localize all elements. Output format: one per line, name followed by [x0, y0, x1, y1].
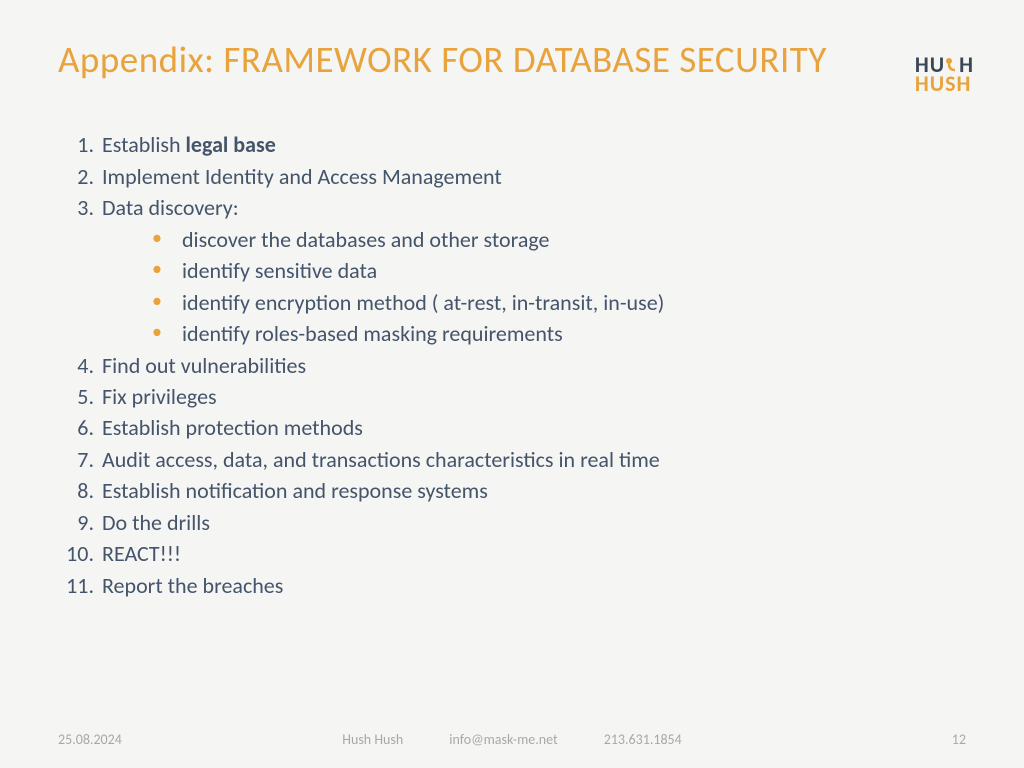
list-item: Audit access, data, and transactions cha… [58, 444, 966, 475]
ordered-list: Establish legal base Implement Identity … [58, 129, 966, 601]
logo-line-2: HUSH [915, 75, 974, 94]
list-item: Establish protection methods [58, 412, 966, 443]
footer-date: 25.08.2024 [58, 731, 122, 748]
logo-dot-icon [945, 56, 959, 75]
list-item: REACT!!! [58, 538, 966, 569]
slide-title: Appendix: FRAMEWORK FOR DATABASE SECURIT… [58, 38, 827, 82]
list-item: Fix privileges [58, 381, 966, 412]
logo: HUH HUSH [915, 56, 974, 93]
sub-list-item: discover the databases and other storage [152, 224, 966, 255]
list-item: Establish legal base [58, 129, 966, 160]
list-item: Find out vulnerabilities [58, 350, 966, 381]
list-item: Do the drills [58, 507, 966, 538]
list-item: Report the breaches [58, 570, 966, 601]
slide-header: Appendix: FRAMEWORK FOR DATABASE SECURIT… [58, 38, 966, 93]
footer-company: Hush Hush [342, 731, 403, 748]
footer-page-number: 12 [952, 731, 966, 748]
footer-center: Hush Hush info@mask-me.net 213.631.1854 [342, 731, 682, 748]
list-item: Establish notification and response syst… [58, 475, 966, 506]
footer-email: info@mask-me.net [449, 731, 557, 748]
list-item: Implement Identity and Access Management [58, 161, 966, 192]
list-item: Data discovery: discover the databases a… [58, 192, 966, 349]
sub-list-item: identify sensitive data [152, 255, 966, 286]
slide-content: Establish legal base Implement Identity … [58, 129, 966, 601]
footer-phone: 213.631.1854 [604, 731, 682, 748]
sub-list-item: identify encryption method ( at-rest, in… [152, 287, 966, 318]
slide: Appendix: FRAMEWORK FOR DATABASE SECURIT… [0, 0, 1024, 768]
sub-list: discover the databases and other storage… [102, 224, 966, 350]
slide-footer: 25.08.2024 Hush Hush info@mask-me.net 21… [58, 731, 966, 748]
sub-list-item: identify roles-based masking requirement… [152, 318, 966, 349]
bold-text: legal base [186, 131, 276, 158]
